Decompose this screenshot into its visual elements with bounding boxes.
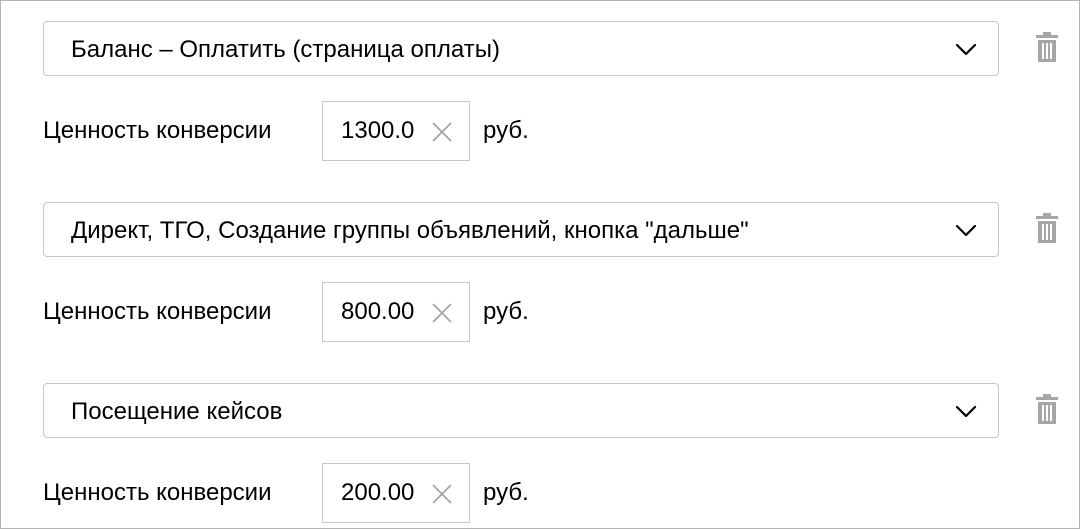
conversion-value: 1300.0 [341,117,415,144]
close-icon[interactable] [431,483,453,505]
trash-icon[interactable] [1034,32,1060,64]
goal-item: Посещение кейсов Ценность конверсии 200.… [1,383,1079,529]
goal-select-value: Директ, ТГО, Создание группы объявлений,… [71,217,749,244]
goal-value-settings: Баланс – Оплатить (страница оплаты) Ценн… [0,0,1080,529]
close-icon[interactable] [431,302,453,324]
chevron-down-icon [955,224,977,237]
goal-item: Директ, ТГО, Создание группы объявлений,… [1,202,1079,362]
value-label: Ценность конверсии [43,479,272,506]
goal-select[interactable]: Посещение кейсов [43,383,999,438]
currency-unit: руб. [483,479,529,506]
currency-unit: руб. [483,117,529,144]
goal-select-value: Посещение кейсов [71,398,283,425]
value-label: Ценность конверсии [43,298,272,325]
close-icon[interactable] [431,121,453,143]
chevron-down-icon [955,405,977,418]
chevron-down-icon [955,43,977,56]
currency-unit: руб. [483,298,529,325]
conversion-value-input[interactable]: 1300.0 [322,101,470,161]
goal-select[interactable]: Директ, ТГО, Создание группы объявлений,… [43,202,999,257]
goal-item: Баланс – Оплатить (страница оплаты) Ценн… [1,21,1079,181]
conversion-value: 800.00 [341,298,415,325]
goal-select-value: Баланс – Оплатить (страница оплаты) [71,36,500,63]
trash-icon[interactable] [1034,213,1060,245]
conversion-value: 200.00 [341,479,415,506]
value-label: Ценность конверсии [43,117,272,144]
trash-icon[interactable] [1034,394,1060,426]
conversion-value-input[interactable]: 800.00 [322,282,470,342]
goal-select[interactable]: Баланс – Оплатить (страница оплаты) [43,21,999,76]
conversion-value-input[interactable]: 200.00 [322,463,470,523]
